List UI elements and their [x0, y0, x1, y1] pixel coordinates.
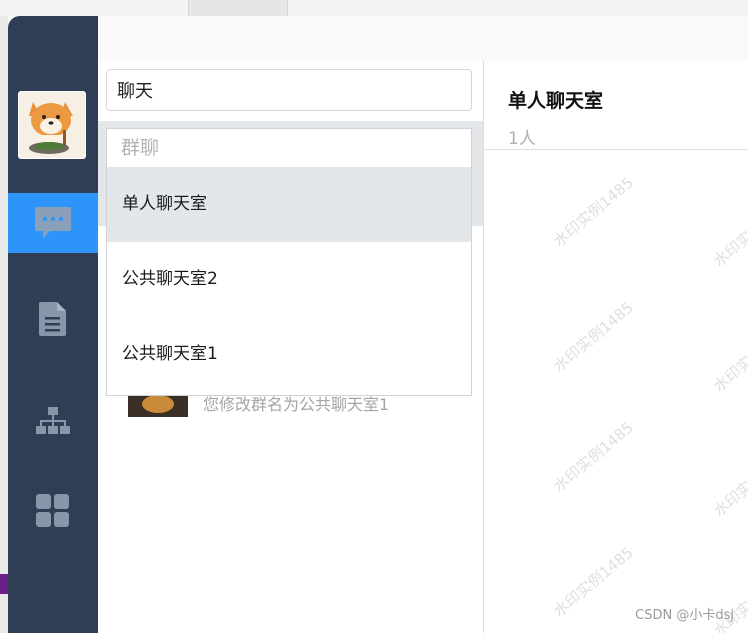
watermark: 水印实例1485: [710, 318, 748, 396]
member-count: 1人: [508, 129, 536, 149]
chat-title: 单人聊天室: [508, 90, 604, 112]
background-window-strip: [0, 0, 748, 16]
watermark: 水印实例1485: [710, 443, 748, 521]
background-accent-bar: [0, 574, 8, 594]
nav-documents[interactable]: [8, 289, 98, 349]
chat-header-divider: [484, 149, 748, 150]
top-bar: [98, 16, 748, 61]
nav-apps[interactable]: [8, 481, 98, 541]
document-icon: [39, 302, 66, 336]
group-section-label: 群聊: [121, 137, 160, 159]
suggestion-item[interactable]: 单人聊天室: [107, 167, 471, 242]
chat-panel: 单人聊天室 1人 水印实例1485 水印实例1485 水印实例1485 水印实例…: [484, 61, 748, 633]
watermark: 水印实例1485: [710, 193, 748, 271]
background-window-edge: [0, 16, 8, 633]
search-input[interactable]: [106, 69, 472, 111]
grid-icon: [36, 494, 69, 527]
search-suggestions: 群聊 单人聊天室 公共聊天室2 公共聊天室1: [106, 128, 472, 396]
shiba-avatar-icon: [19, 92, 85, 158]
sidebar: [8, 16, 98, 633]
nav-organization[interactable]: [8, 391, 98, 451]
watermark: 水印实例1485: [550, 543, 637, 621]
search-box: [106, 69, 472, 111]
nav-chat[interactable]: [8, 193, 98, 253]
app-window: 您修改群名为公共聊天室1 群聊 单人聊天室 公共聊天室2 公共聊天室1 单人聊天…: [8, 16, 748, 633]
avatar[interactable]: [18, 91, 86, 159]
org-chart-icon: [36, 407, 70, 434]
suggestion-item[interactable]: 公共聊天室2: [107, 242, 471, 317]
chat-bubble-icon: [35, 207, 71, 238]
suggestion-item[interactable]: 公共聊天室1: [107, 317, 471, 392]
credit-watermark: CSDN @小卡dsj: [635, 608, 734, 623]
watermark: 水印实例1485: [550, 298, 637, 376]
watermark: 水印实例1485: [550, 173, 637, 251]
background-tab: [188, 0, 288, 16]
watermark: 水印实例1485: [550, 418, 637, 496]
